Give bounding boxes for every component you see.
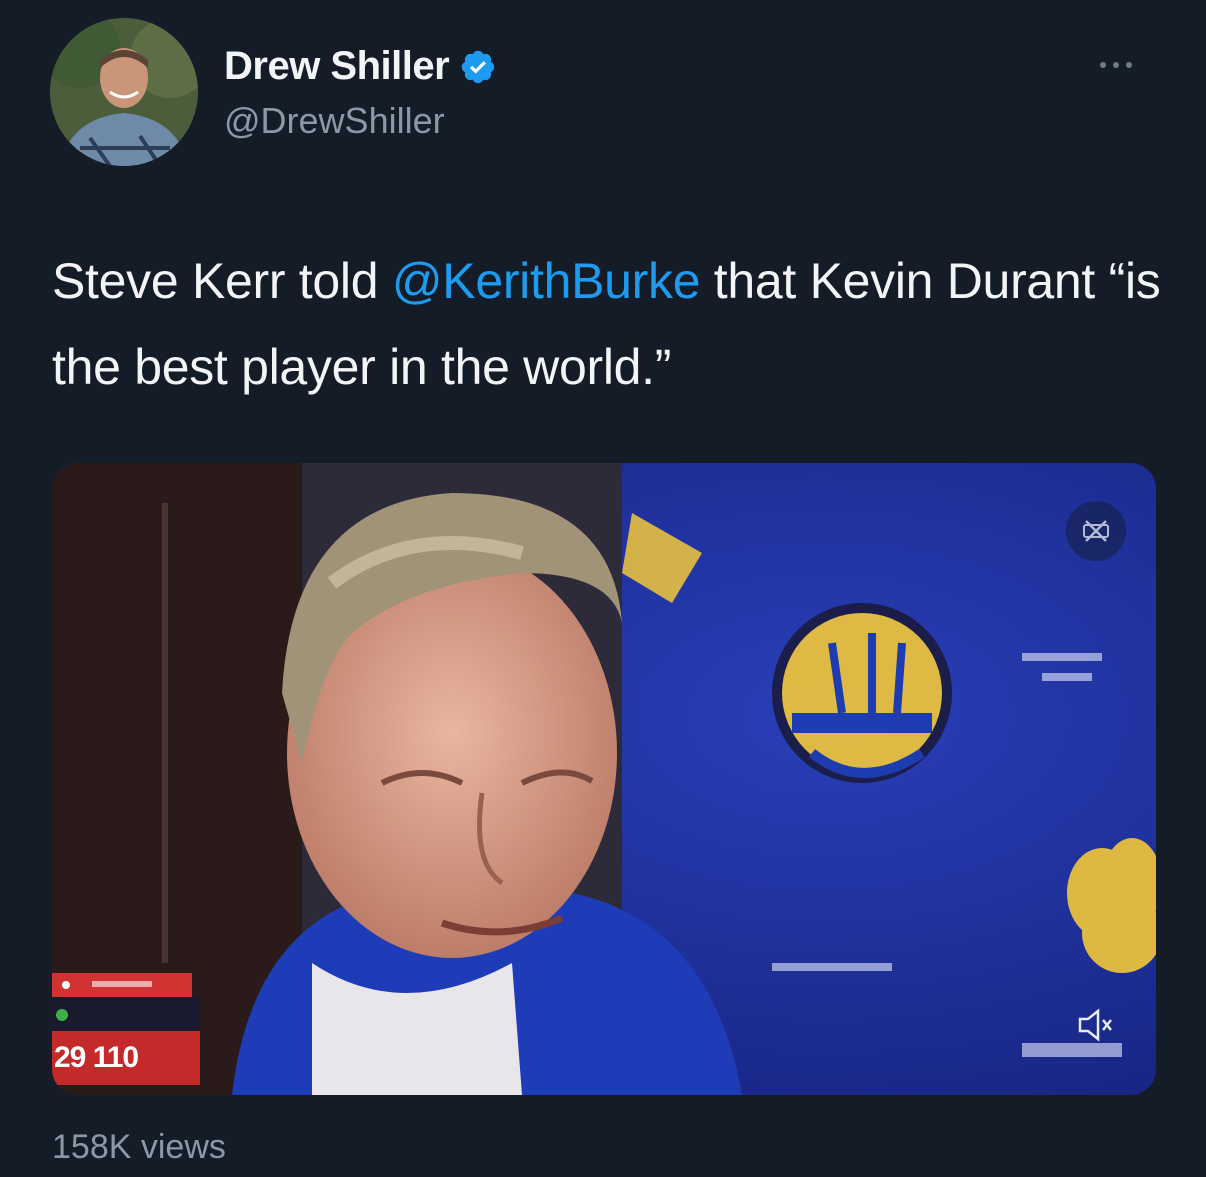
scoreboard-score: 29 110 [54, 1041, 139, 1074]
settings-icon[interactable] [1066, 501, 1126, 561]
more-options-icon[interactable] [1100, 58, 1150, 72]
display-name[interactable]: Drew Shiller [224, 44, 497, 89]
view-count: 158K views [52, 1128, 226, 1166]
display-name-text[interactable]: Drew Shiller [224, 44, 450, 89]
tweet-text-part-1: Steve Kerr told [52, 253, 392, 309]
mute-icon[interactable] [1076, 1007, 1116, 1043]
video-player[interactable]: 29 110 [52, 463, 1156, 1095]
user-handle[interactable]: @DrewShiller [224, 100, 445, 142]
verified-badge-icon [461, 50, 495, 83]
avatar[interactable] [50, 18, 198, 166]
mention-link[interactable]: @KerithBurke [392, 253, 701, 309]
tweet-text: Steve Kerr told @KerithBurke that Kevin … [52, 238, 1162, 410]
video-frame [52, 463, 1156, 1095]
tweet-card: Drew Shiller @DrewShiller Steve Kerr tol… [0, 0, 1206, 1177]
